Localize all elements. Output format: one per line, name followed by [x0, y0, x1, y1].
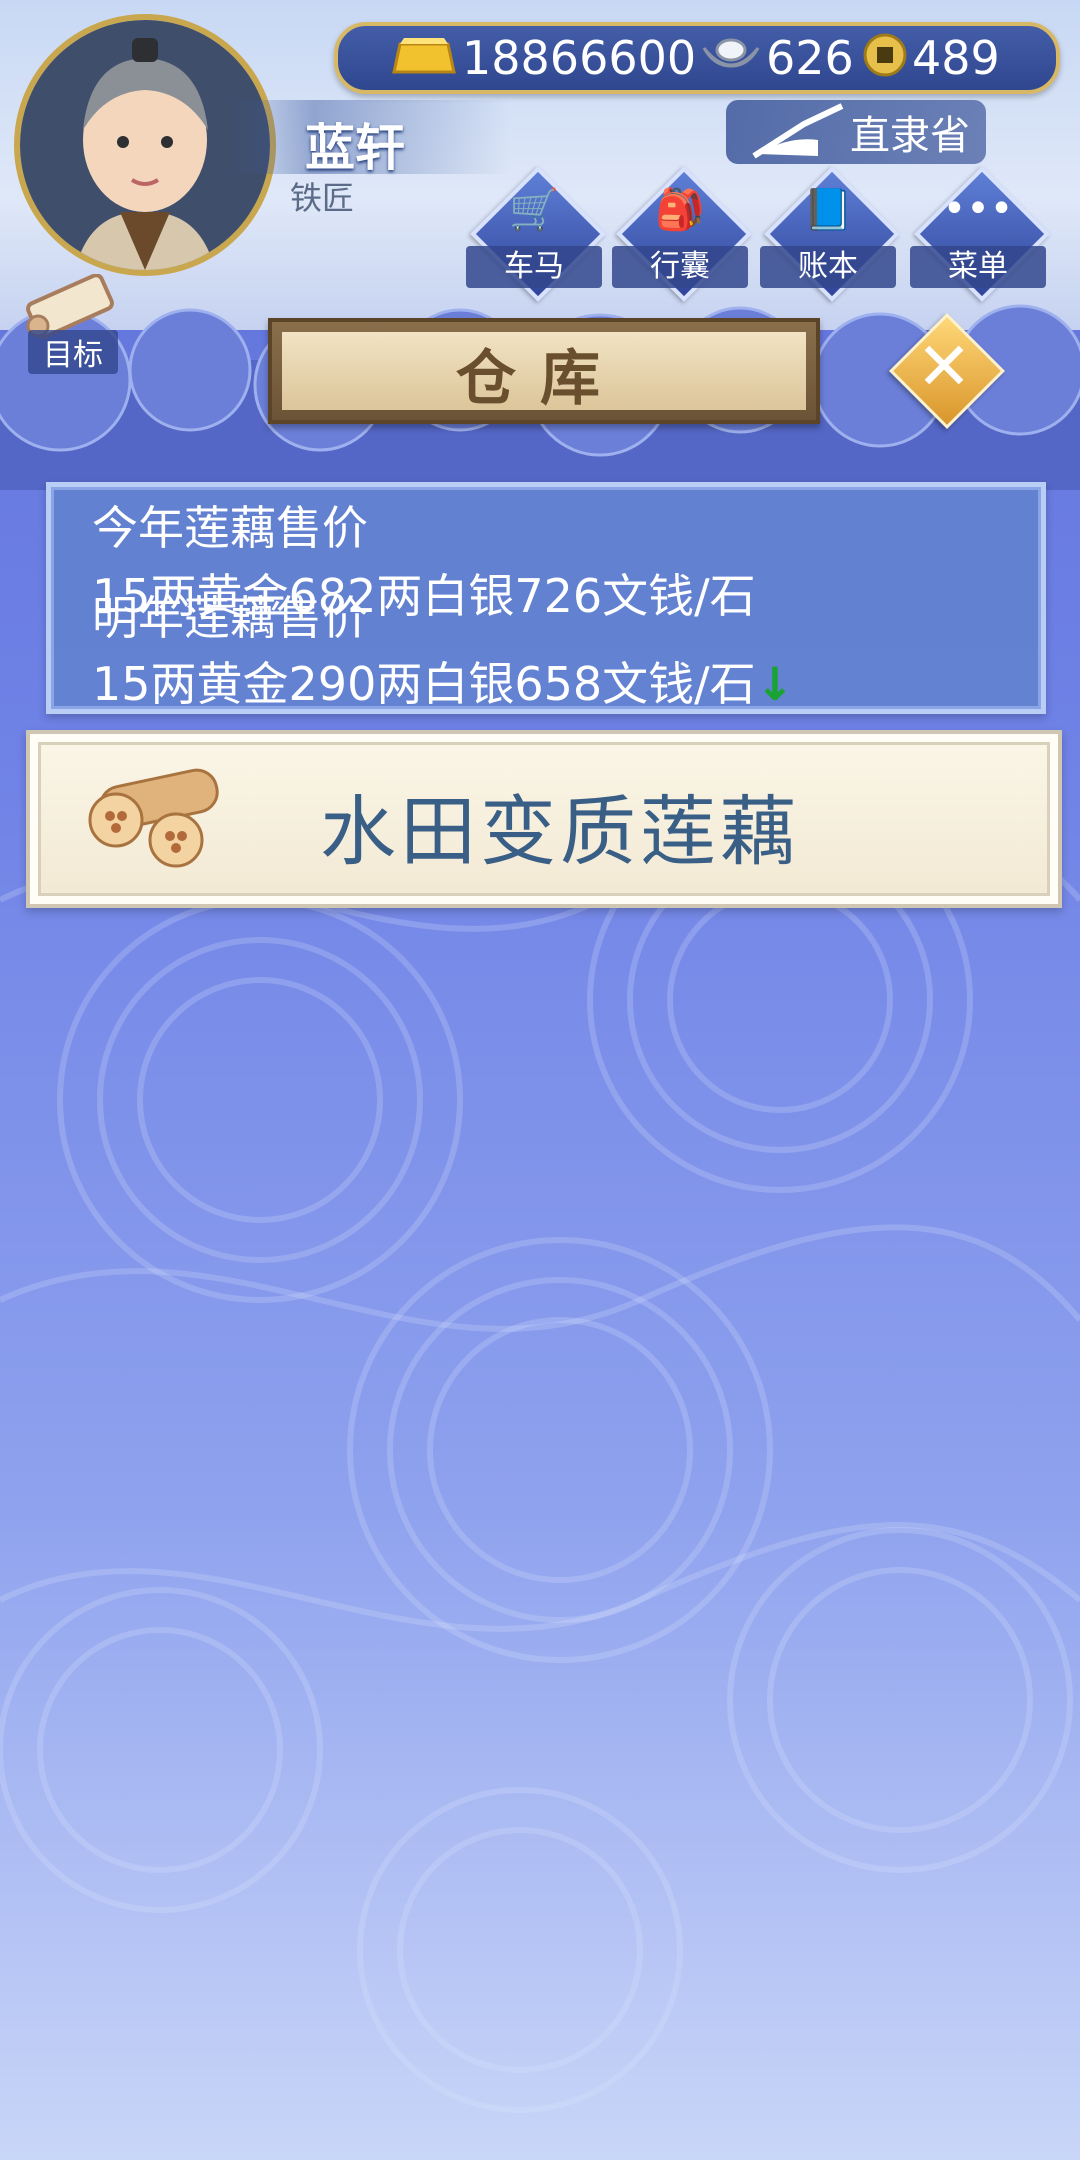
- price-down-arrow-icon: ↓: [755, 657, 795, 711]
- region-cart-icon: [752, 103, 844, 159]
- bag-icon: 🎒: [655, 187, 705, 233]
- menu-bag-label: 行囊: [612, 246, 748, 288]
- lotus-root-icon: [88, 768, 219, 868]
- more-icon: •••: [942, 186, 1014, 232]
- dialog-title: 仓库: [456, 344, 624, 414]
- player-title: 铁匠: [290, 179, 355, 217]
- silver-ingot-icon: [702, 38, 760, 68]
- coin-amount: 489: [912, 31, 1000, 85]
- menu-ledger-label: 账本: [760, 246, 896, 288]
- ledger-icon: 📘: [803, 187, 853, 233]
- item-name: 水田变质莲藕: [320, 787, 800, 876]
- silver-amount: 626: [766, 31, 854, 85]
- copper-coin-icon: [863, 33, 907, 77]
- this-year-price-label: 今年莲藕售价: [92, 501, 368, 555]
- gold-amount: 18866600: [462, 31, 697, 85]
- menu-cart-label: 车马: [466, 246, 602, 288]
- gold-bar-icon: [392, 38, 456, 74]
- menu-more-button[interactable]: ••• 菜单: [910, 166, 1050, 302]
- region-label: 直隶省: [850, 113, 970, 159]
- goal-label: 目标: [28, 330, 118, 374]
- menu-bag-button[interactable]: 🎒 行囊: [612, 166, 752, 302]
- player-name: 蓝轩: [305, 119, 405, 177]
- next-year-price-label: 明年莲藕售价: [92, 591, 368, 645]
- menu-ledger-button[interactable]: 📘 账本: [760, 166, 900, 302]
- menu-more-label: 菜单: [910, 246, 1046, 288]
- next-year-price-value: 15两黄金290两白银658文钱/石: [92, 657, 756, 711]
- cart-icon: 🛒: [509, 187, 559, 233]
- menu-cart-button[interactable]: 🛒 车马: [466, 166, 606, 302]
- close-icon: ✕: [916, 328, 972, 405]
- next-year-price-row: 15两黄金290两白银658文钱/石↓: [92, 648, 794, 714]
